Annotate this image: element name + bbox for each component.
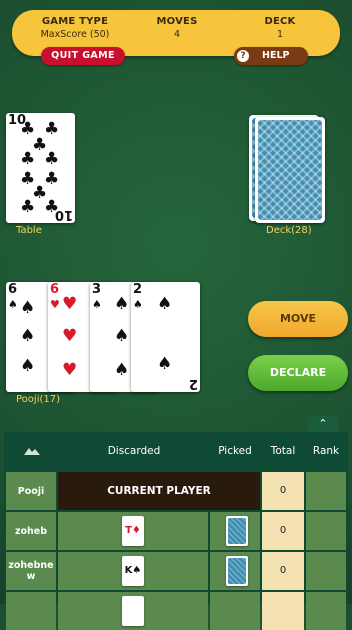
picked-card-back: [226, 516, 248, 546]
deck-label: Deck(28): [266, 225, 312, 236]
spade-pip: ♠: [114, 360, 130, 380]
declare-button[interactable]: DECLARE: [248, 355, 348, 391]
quit-game-button[interactable]: QUIT GAME: [41, 47, 125, 65]
help-button[interactable]: ? HELP: [234, 47, 308, 65]
heart-icon: ♥: [50, 298, 60, 311]
chevron-up-icon: ⌃: [318, 417, 328, 430]
picked-header: Picked: [218, 445, 252, 457]
heart-pip: ♥: [62, 360, 78, 380]
table-label: Table: [16, 225, 42, 236]
hand-card[interactable]: 2 2 ♠ ♠ ♠: [131, 282, 200, 392]
help-icon: ?: [237, 50, 249, 62]
discarded-header: Discarded: [107, 445, 161, 457]
move-button[interactable]: MOVE: [248, 301, 348, 337]
spade-pip: ♠: [20, 326, 36, 346]
heart-pip: ♥: [62, 326, 78, 346]
player-rank: [306, 592, 346, 630]
deck-label: DECK: [264, 16, 296, 27]
deck-stat: DECK 1: [248, 16, 312, 40]
club-pip: ♣: [20, 149, 36, 169]
card-rank: 6: [8, 282, 18, 297]
table-row: zohebne w K♠ 0: [4, 552, 348, 590]
card-rank: 6: [50, 282, 60, 297]
spade-icon: ♠: [8, 298, 18, 311]
scoreboard: Discarded Picked Total Rank Pooji CURREN…: [4, 432, 348, 630]
heart-pip: ♥: [62, 294, 78, 314]
player-rank: [306, 512, 346, 550]
picked-cell: [210, 592, 260, 630]
discarded-cell: K♠: [58, 552, 208, 590]
table-card[interactable]: 10 10 ♣ ♣ ♣ ♣ ♣ ♣ ♣ ♣ ♣ ♣: [6, 113, 75, 223]
player-total: 0: [262, 472, 304, 510]
discarded-card: T♦: [122, 516, 144, 546]
club-pip: ♣: [44, 149, 60, 169]
card-rank: 2: [133, 282, 143, 297]
game-type-label: GAME TYPE: [41, 16, 109, 27]
help-label: HELP: [262, 50, 290, 61]
deck-pile[interactable]: [255, 117, 325, 223]
picked-card-back: [226, 556, 248, 586]
card-rank-bottom: 2: [188, 376, 198, 391]
spade-pip: ♠: [157, 354, 173, 374]
player-rank: [306, 552, 346, 590]
game-type-stat: GAME TYPE MaxScore (50): [34, 16, 116, 40]
spade-icon: ♠: [133, 298, 143, 311]
player-name: zohebne w: [6, 552, 56, 590]
spade-pip: ♠: [20, 356, 36, 376]
picked-cell: [210, 512, 260, 550]
discarded-cell: [58, 592, 208, 630]
scoreboard-icon: [14, 432, 50, 470]
spade-pip: ♠: [114, 294, 130, 314]
collapse-scoreboard-button[interactable]: ⌃: [308, 416, 338, 432]
total-header: Total: [270, 445, 296, 457]
hand-label: Pooji(17): [16, 394, 60, 405]
moves-stat: MOVES 4: [140, 16, 214, 40]
moves-label: MOVES: [156, 16, 198, 27]
discarded-card: K♠: [122, 556, 144, 586]
current-player-badge: CURRENT PLAYER: [58, 472, 260, 510]
moves-value: 4: [173, 29, 181, 40]
game-type-value: MaxScore (50): [40, 29, 110, 40]
club-pip: ♣: [44, 197, 60, 217]
spade-pip: ♠: [114, 326, 130, 346]
player-rank: [306, 472, 346, 510]
spade-icon: ♠: [92, 298, 102, 311]
table-row: zoheb T♦ 0: [4, 512, 348, 550]
club-pip: ♣: [20, 197, 36, 217]
spade-pip: ♠: [157, 294, 173, 314]
player-total: 0: [262, 512, 304, 550]
deck-value: 1: [276, 29, 284, 40]
rank-header: Rank: [312, 445, 340, 457]
picked-cell: [210, 552, 260, 590]
spade-pip: ♠: [20, 298, 36, 318]
player-total: [262, 592, 304, 630]
player-total: 0: [262, 552, 304, 590]
table-row: [4, 592, 348, 630]
table-row: Pooji CURRENT PLAYER 0: [4, 472, 348, 510]
player-name: Pooji: [6, 472, 56, 510]
discarded-card: [122, 596, 144, 626]
player-name: zoheb: [6, 512, 56, 550]
card-rank: 3: [92, 282, 102, 297]
player-name: [6, 592, 56, 630]
discarded-cell: T♦: [58, 512, 208, 550]
